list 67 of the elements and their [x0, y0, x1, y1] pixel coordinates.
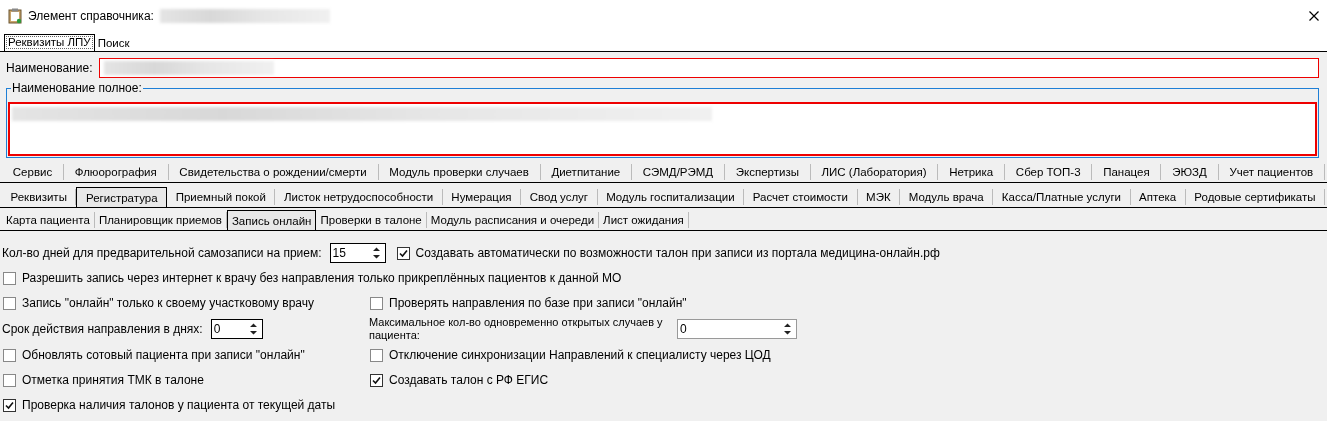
tab[interactable]: Сервис — [2, 164, 64, 180]
tab[interactable]: Учет пациентов — [1218, 164, 1326, 180]
tab[interactable]: Флюорография — [64, 164, 169, 180]
close-icon[interactable] — [1309, 10, 1319, 21]
field-label: Кол-во дней для предварительной самозаписи на прием: — [2, 246, 322, 260]
tab[interactable]: Карта пациента — [2, 212, 95, 228]
checkbox-label: Проверка наличия талонов у пациента от текущей даты — [22, 398, 336, 412]
field-label: Срок действия направления в днях: — [2, 322, 203, 336]
tab[interactable]: Листок нетрудоспособности — [275, 189, 443, 205]
full-name-field[interactable] — [8, 102, 1317, 156]
tab[interactable]: Экспертизы — [724, 164, 811, 180]
tab[interactable]: Диетпитание — [540, 164, 633, 180]
checkbox[interactable] — [396, 246, 410, 260]
tab[interactable]: Регистратура — [76, 187, 168, 207]
tab[interactable]: ЭЮЗД — [1161, 164, 1219, 180]
checkbox-label: Обновлять сотовый пациента при записи "онлайн" — [22, 348, 305, 362]
tab[interactable]: Нумерация — [442, 189, 522, 205]
tab[interactable]: Свод услуг — [521, 189, 598, 205]
checkbox[interactable] — [3, 398, 16, 412]
tab[interactable]: Свидетельства о рождении/смерти — [168, 164, 379, 180]
name-field[interactable] — [98, 58, 1319, 78]
tab[interactable]: Аптека — [1130, 189, 1186, 205]
group-label: Наименование полное: — [11, 81, 143, 95]
tab[interactable]: Сбер ТОП-3 — [1005, 164, 1093, 180]
tab[interactable]: МЭК — [857, 189, 901, 205]
checkbox[interactable] — [370, 348, 383, 362]
checkbox[interactable] — [3, 296, 16, 310]
tab[interactable]: Планировщик приемов — [94, 212, 227, 228]
tab[interactable]: Панацея — [1092, 164, 1162, 180]
checkbox[interactable] — [3, 271, 16, 285]
spin-arrows-icon[interactable] — [783, 322, 792, 336]
tab[interactable]: Поиск — [94, 36, 133, 51]
checkbox-label: Проверять направления по базе при записи "онлайн" — [389, 296, 687, 310]
tab[interactable]: Реквизиты ЛПУ — [4, 34, 95, 51]
checkbox-label: Создавать автоматически по возможности талон при записи из портала медицина-онлайн.рф — [415, 246, 940, 260]
checkbox[interactable] — [3, 373, 16, 387]
window-title: Элемент справочника: — [28, 8, 154, 23]
spin-field[interactable]: 0 — [677, 319, 797, 339]
tab[interactable]: Проверки в талоне — [316, 212, 427, 228]
tab[interactable]: Касса/Платные услуги — [993, 189, 1131, 205]
checkbox-label: Отметка принятия ТМК в талоне — [22, 373, 204, 387]
tab[interactable]: Лист ожидания — [599, 212, 689, 228]
checkbox-label: Разрешить запись через интернет к врачу без направления только прикреплённых пациентов к данной МО — [22, 271, 622, 285]
tab[interactable]: Запись онлайн — [226, 210, 317, 230]
spin-arrows-icon[interactable] — [248, 322, 258, 336]
tab[interactable]: ЛИС (Лаборатория) — [810, 164, 939, 180]
field-label: Максимальное кол-во одновременно открытых случаев у пациента: — [369, 316, 664, 342]
spin-field[interactable]: 0 — [210, 319, 263, 339]
checkbox[interactable] — [3, 348, 16, 362]
spin-arrows-icon[interactable] — [371, 246, 381, 260]
checkbox[interactable] — [370, 296, 383, 310]
field-label: Наименование: — [6, 61, 93, 75]
spin-field[interactable]: 15 — [329, 243, 386, 263]
tab[interactable]: Родовые сертификаты — [1185, 189, 1326, 205]
tab[interactable]: Расчет стоимости — [744, 189, 858, 205]
checkbox-label: Создавать талон с РФ ЕГИС — [389, 373, 549, 387]
tab[interactable]: СЭМД/РЭМД — [632, 164, 725, 180]
checkbox[interactable] — [370, 373, 383, 387]
checkbox-label: Отключение синхронизации Направлений к специалисту через ЦОД — [389, 348, 771, 362]
tab[interactable]: Модуль проверки случаев — [378, 164, 541, 180]
checkbox-label: Запись "онлайн" только к своему участковому врачу — [22, 296, 314, 310]
tab[interactable]: Модуль расписания и очереди — [426, 212, 600, 228]
tab[interactable]: Модуль госпитализации — [597, 189, 745, 205]
tab[interactable]: Нетрика — [938, 164, 1006, 180]
tab[interactable]: Модуль врача — [900, 189, 994, 205]
tab[interactable]: Приемный покой — [167, 189, 276, 205]
clipboard-icon — [8, 7, 22, 24]
